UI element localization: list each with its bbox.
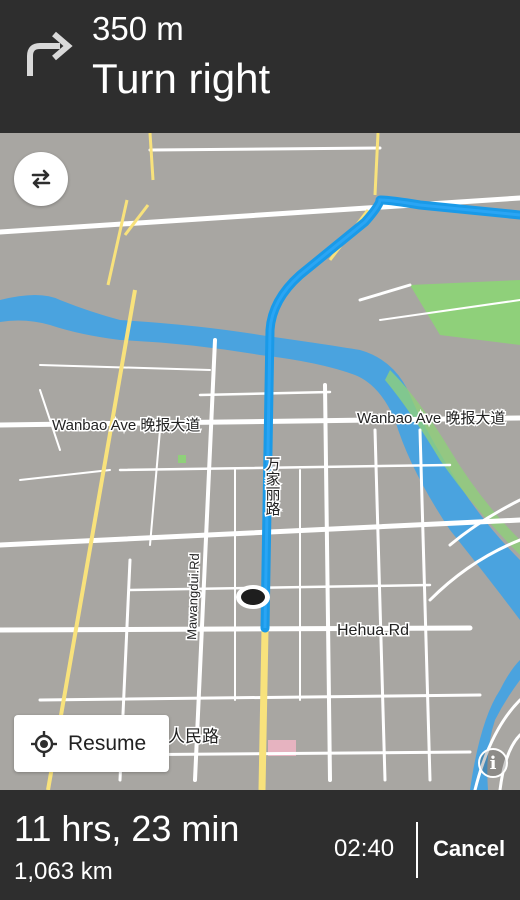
arrival-time: 02:40 — [334, 835, 395, 862]
resume-button[interactable]: Resume — [14, 715, 169, 772]
navigation-header: 350 m Turn right — [0, 0, 520, 133]
cancel-button[interactable]: Cancel — [433, 836, 505, 862]
current-location-marker — [236, 585, 270, 609]
map-view[interactable]: Wanbao Ave 晚报大道 Wanbao Ave 晚报大道 Hehua.Rd… — [0, 133, 520, 790]
map-canvas: Wanbao Ave 晚报大道 Wanbao Ave 晚报大道 Hehua.Rd… — [0, 133, 520, 790]
green-spot — [178, 455, 186, 463]
info-icon[interactable]: i — [478, 748, 508, 778]
locate-target-icon — [31, 730, 57, 757]
road-label-wanbao-west: Wanbao Ave 晚报大道 — [52, 417, 200, 434]
footer-divider — [416, 822, 418, 878]
turn-right-arrow-icon — [27, 31, 73, 76]
resume-label: Resume — [68, 731, 147, 755]
road-label-mawangdui: Mawangdui.Rd — [184, 553, 202, 640]
swap-route-button[interactable] — [14, 152, 68, 206]
road-label-hehua: Hehua.Rd — [337, 622, 409, 639]
trip-duration: 11 hrs, 23 min — [14, 808, 240, 849]
road-label-route-road: 万家丽路 — [264, 456, 281, 516]
swap-arrows-icon — [31, 169, 51, 189]
turn-instruction: Turn right — [92, 55, 271, 102]
turn-distance: 350 m — [92, 10, 184, 47]
trip-summary-bar: 11 hrs, 23 min 1,063 km 02:40 Cancel — [0, 790, 520, 900]
road-label-renmin: 人民路 — [168, 727, 219, 746]
road-label-wanbao-east: Wanbao Ave 晚报大道 — [357, 410, 505, 427]
trip-distance: 1,063 km — [14, 858, 113, 885]
